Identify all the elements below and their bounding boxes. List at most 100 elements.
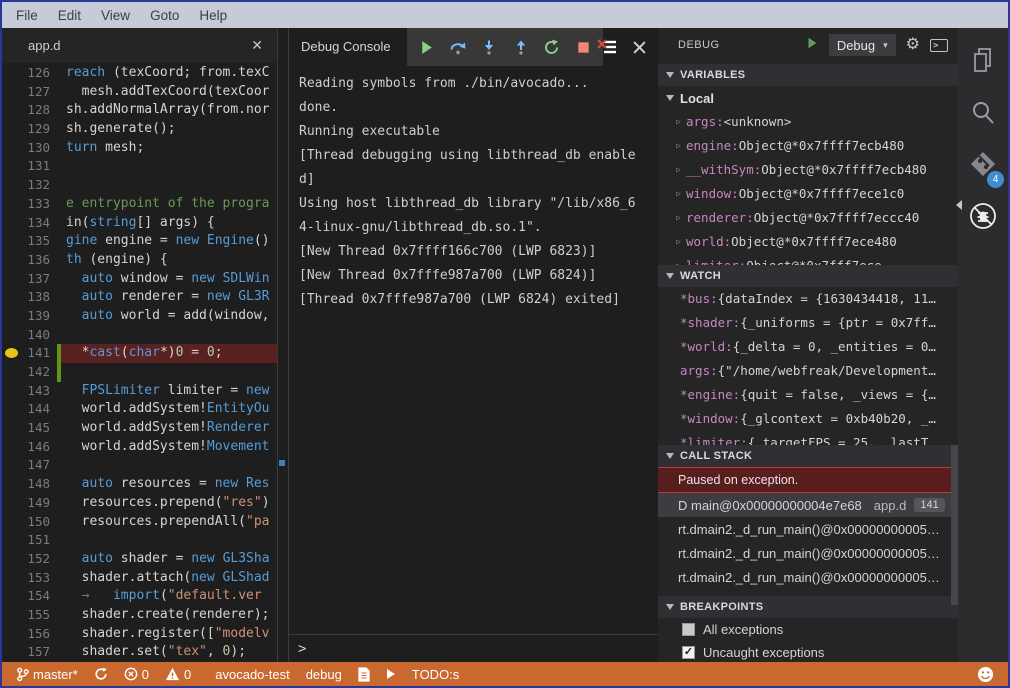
document-icon[interactable] (350, 662, 378, 686)
gutter-line-number[interactable]: 126 (2, 64, 52, 83)
close-console-icon[interactable] (628, 36, 650, 58)
editor-line[interactable]: 129sh.generate(); (2, 120, 277, 139)
editor-line[interactable]: 140 (2, 326, 277, 345)
editor-line[interactable]: 149 resources.prepend("res") (2, 494, 277, 513)
call-stack-frame[interactable]: rt.dmain2._d_run_main()@0x00000000005… (658, 541, 958, 565)
stop-button[interactable] (572, 36, 594, 58)
expand-arrow-icon[interactable]: ▷ (676, 206, 686, 230)
warning-indicator[interactable]: 0 (157, 662, 199, 686)
menu-help[interactable]: Help (189, 8, 237, 23)
editor-line[interactable]: 156 shader.register(["modelv (2, 625, 277, 644)
editor-line[interactable]: 128sh.addNormalArray(from.nor (2, 101, 277, 120)
editor-line[interactable]: 157 shader.set("tex", 0); (2, 643, 277, 662)
close-tab-icon[interactable]: ✕ (251, 36, 263, 54)
gutter-line-number[interactable]: 135 (2, 232, 52, 251)
expand-arrow-icon[interactable]: ▷ (676, 158, 686, 182)
sidebar-collapse-arrow-icon[interactable] (956, 200, 962, 210)
variable-row[interactable]: ▷engine: Object@*0x7ffff7ecb480 (658, 134, 958, 158)
debug-config-dropdown[interactable]: Debug ▾ (829, 34, 896, 56)
breakpoint-option-row[interactable]: ✓Uncaught exceptions (658, 641, 958, 662)
gutter-line-number[interactable]: 144 (2, 400, 52, 419)
clear-console-icon[interactable] (596, 36, 618, 58)
call-stack-frame[interactable]: rt.dmain2._d_run_main()@0x00000000005… (658, 565, 958, 589)
gutter-line-number[interactable]: 149 (2, 494, 52, 513)
expand-arrow-icon[interactable]: ▷ (676, 182, 686, 206)
gutter-line-number[interactable]: 133 (2, 195, 52, 214)
watch-row[interactable]: *bus: {dataIndex = {1630434418, 11… (658, 287, 958, 311)
editor-line[interactable]: 147 (2, 456, 277, 475)
console-output[interactable]: Reading symbols from ./bin/avocado...don… (289, 66, 658, 634)
watch-row[interactable]: *engine: {quit = false, _views = {… (658, 383, 958, 407)
gutter-line-number[interactable]: 132 (2, 176, 52, 195)
menu-file[interactable]: File (6, 8, 48, 23)
gutter-line-number[interactable]: 131 (2, 157, 52, 176)
scope-local-row[interactable]: Local (658, 86, 958, 110)
editor-line[interactable]: 135gine engine = new Engine() (2, 232, 277, 251)
gutter-line-number[interactable]: 156 (2, 625, 52, 644)
feedback-smiley-icon[interactable] (969, 662, 1008, 686)
editor-line[interactable]: 146 world.addSystem!Movement (2, 438, 277, 457)
expand-arrow-icon[interactable]: ▷ (676, 230, 686, 254)
breakpoint-option-row[interactable]: All exceptions (658, 618, 958, 641)
gutter-line-number[interactable]: 140 (2, 326, 52, 345)
gutter-line-number[interactable]: 154 (2, 587, 52, 606)
gutter-line-number[interactable]: 136 (2, 251, 52, 270)
editor-line[interactable]: 127 mesh.addTexCoord(texCoor (2, 83, 277, 102)
gutter-line-number[interactable]: 146 (2, 438, 52, 457)
editor-line[interactable]: 141 *cast(char*)0 = 0; (2, 344, 277, 363)
gutter-line-number[interactable]: 139 (2, 307, 52, 326)
step-over-button[interactable] (447, 36, 469, 58)
code-area[interactable]: 126reach (texCoord; from.texC127 mesh.ad… (2, 63, 277, 662)
editor-line[interactable]: 126reach (texCoord; from.texC (2, 64, 277, 83)
checkbox[interactable]: ✓ (682, 646, 695, 659)
call-stack-section-header[interactable]: CALL STACK (658, 445, 958, 467)
continue-button[interactable] (416, 36, 438, 58)
editor-line[interactable]: 144 world.addSystem!EntityOu (2, 400, 277, 419)
variable-row[interactable]: ▷world: Object@*0x7ffff7ece480 (658, 230, 958, 254)
gutter-line-number[interactable]: 148 (2, 475, 52, 494)
gutter-line-number[interactable]: 141 (2, 344, 52, 363)
editor-scrollbar[interactable] (277, 28, 289, 662)
editor-line[interactable]: 139 auto world = add(window, (2, 307, 277, 326)
watch-row[interactable]: *limiter: {_targetFPS = 25, _lastT… (658, 431, 958, 445)
sidebar-scrollbar-thumb[interactable] (951, 445, 958, 605)
watch-row[interactable]: args: {"/home/webfreak/Development… (658, 359, 958, 383)
open-console-icon[interactable]: > (930, 39, 948, 52)
sync-button[interactable] (86, 662, 116, 686)
call-stack-frame[interactable]: rt.dmain2._d_run_main()@0x00000000005… (658, 517, 958, 541)
watch-row[interactable]: *shader: {_uniforms = {ptr = 0x7ff… (658, 311, 958, 335)
editor-line[interactable]: 142 (2, 363, 277, 382)
variable-row[interactable]: ▷window: Object@*0x7ffff7ece1c0 (658, 182, 958, 206)
editor-line[interactable]: 143 FPSLimiter limiter = new (2, 382, 277, 401)
explorer-icon[interactable] (969, 46, 997, 81)
editor-line[interactable]: 150 resources.prependAll("pa (2, 513, 277, 532)
editor-line[interactable]: 153 shader.attach(new GLShad (2, 569, 277, 588)
gutter-line-number[interactable]: 128 (2, 101, 52, 120)
menu-goto[interactable]: Goto (140, 8, 189, 23)
gutter-line-number[interactable]: 130 (2, 139, 52, 158)
step-out-button[interactable] (510, 36, 532, 58)
editor-line[interactable]: 134in(string[] args) { (2, 214, 277, 233)
call-stack-frame[interactable]: D main@0x00000000004e7e68app.d141 (658, 493, 958, 517)
gutter-line-number[interactable]: 137 (2, 270, 52, 289)
breakpoint-dot[interactable] (5, 348, 18, 358)
console-input-row[interactable]: > (289, 634, 658, 662)
git-icon[interactable]: 4 (969, 150, 997, 183)
watch-row[interactable]: *window: {_glcontext = 0xb40b20, _… (658, 407, 958, 431)
variable-row[interactable]: ▷args: <unknown> (658, 110, 958, 134)
editor-line[interactable]: 154 → import("default.ver (2, 587, 277, 606)
menu-edit[interactable]: Edit (48, 8, 91, 23)
gutter-line-number[interactable]: 151 (2, 531, 52, 550)
editor-line[interactable]: 132 (2, 176, 277, 195)
editor-line[interactable]: 138 auto renderer = new GL3R (2, 288, 277, 307)
watch-section-header[interactable]: WATCH (658, 265, 958, 287)
search-icon[interactable] (969, 99, 997, 132)
gutter-line-number[interactable]: 138 (2, 288, 52, 307)
gutter-line-number[interactable]: 155 (2, 606, 52, 625)
editor-line[interactable]: 148 auto resources = new Res (2, 475, 277, 494)
editor-line[interactable]: 131 (2, 157, 277, 176)
todo-indicator[interactable]: TODO:s (404, 662, 467, 686)
gutter-line-number[interactable]: 150 (2, 513, 52, 532)
editor-line[interactable]: 133e entrypoint of the progra (2, 195, 277, 214)
editor-line[interactable]: 155 shader.create(renderer); (2, 606, 277, 625)
